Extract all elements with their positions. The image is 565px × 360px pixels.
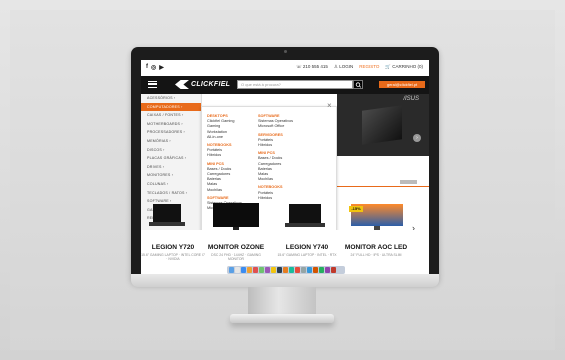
- sidebar-item[interactable]: DRIVES ›: [141, 163, 201, 172]
- sidebar-item[interactable]: MONITORES ›: [141, 171, 201, 180]
- discount-badge: -15%: [349, 206, 363, 212]
- monitor-chin: [131, 274, 439, 287]
- sidebar-item[interactable]: PLACAS GRÁFICAS ›: [141, 154, 201, 163]
- product-title[interactable]: LEGION Y740: [275, 244, 339, 251]
- dock-app-icon[interactable]: [247, 267, 252, 273]
- monitor-stand-neck: [248, 287, 316, 317]
- dock-app-icon[interactable]: [271, 267, 276, 273]
- phone-link[interactable]: ☏ 210 555 415: [296, 64, 328, 70]
- product-subtitle: 15.6" GAMING LAPTOP · INTEL CORE I7 · NV…: [141, 253, 205, 261]
- mega-menu-column-1: DESKTOPS Clickfiel Gaming Gaming Workstatio…: [207, 114, 242, 211]
- dock-app-icon[interactable]: [283, 267, 288, 273]
- sidebar-item[interactable]: MEMÓRIAS ›: [141, 137, 201, 146]
- section-divider: [337, 186, 429, 187]
- product-title[interactable]: MONITOR OZONE: [204, 244, 268, 251]
- product-title[interactable]: MONITOR AOC LED: [344, 244, 408, 251]
- website-screen: f ◎ ▶ ☏ 210 555 415 ♙ LOGIN REGISTO 🛒 CA…: [141, 60, 429, 274]
- login-link[interactable]: ♙ LOGIN: [334, 64, 353, 70]
- sidebar-item[interactable]: TECLADOS / RATOS ›: [141, 189, 201, 198]
- social-links: f ◎ ▶: [146, 64, 164, 71]
- dock-app-icon[interactable]: [295, 267, 300, 273]
- dock-app-icon[interactable]: [241, 267, 246, 273]
- mac-dock: [227, 266, 345, 274]
- instagram-icon[interactable]: ◎: [151, 64, 156, 71]
- dock-app-icon[interactable]: [253, 267, 258, 273]
- product-title[interactable]: LEGION Y720: [141, 244, 205, 251]
- sidebar-item[interactable]: MOTHERBOARDS ›: [141, 120, 201, 129]
- cart-link[interactable]: 🛒 CARRINHO (0): [385, 64, 423, 70]
- dock-app-icon[interactable]: [325, 267, 330, 273]
- product-subtitle: DSC 24 FHD · 144HZ · GAMING MONITOR: [211, 253, 261, 261]
- youtube-icon[interactable]: ▶: [159, 64, 164, 71]
- dock-app-icon[interactable]: [235, 267, 240, 273]
- monitor-stand-foot: [230, 314, 334, 323]
- mega-menu-column-2: SOFTWARE Sistemas Operativos Microsoft Off…: [258, 114, 293, 201]
- search-button[interactable]: [353, 80, 363, 89]
- dock-app-icon[interactable]: [229, 267, 234, 273]
- banner-brand: /ISUS: [403, 96, 419, 102]
- site-header: CLICKFIEL O que está à procura? geral@cl…: [141, 76, 429, 94]
- section-tag: [400, 180, 417, 184]
- product-image-laptop-2[interactable]: [283, 202, 327, 232]
- register-link[interactable]: REGISTO: [359, 64, 379, 70]
- sidebar-item[interactable]: COMPUTADORES ›: [141, 102, 201, 112]
- site-logo[interactable]: CLICKFIEL: [175, 80, 230, 89]
- menu-link[interactable]: Híbridos: [258, 196, 293, 201]
- promo-banner[interactable]: /ISUS: [337, 94, 429, 156]
- sidebar-item[interactable]: COLUNAS ›: [141, 180, 201, 189]
- search-icon: [355, 82, 362, 88]
- camera-dot: [284, 50, 287, 53]
- email-button[interactable]: geral@clickfiel.pt: [379, 81, 425, 88]
- motherboard-image: [362, 105, 402, 145]
- dock-app-icon[interactable]: [307, 267, 312, 273]
- product-image-monitor-1[interactable]: [211, 202, 261, 232]
- dock-app-icon[interactable]: [331, 267, 336, 273]
- top-bar: f ◎ ▶ ☏ 210 555 415 ♙ LOGIN REGISTO 🛒 CA…: [141, 60, 429, 76]
- sidebar-item[interactable]: ACESSÓRIOS ›: [141, 94, 201, 103]
- dock-app-icon[interactable]: [319, 267, 324, 273]
- search-input[interactable]: O que está à procura?: [237, 80, 353, 89]
- logo-text: CLICKFIEL: [191, 81, 231, 88]
- menu-icon[interactable]: [148, 81, 157, 88]
- logo-mark-icon: [175, 80, 189, 89]
- dock-app-icon[interactable]: [301, 267, 306, 273]
- dock-app-icon[interactable]: [277, 267, 282, 273]
- sidebar-item[interactable]: CAIXAS / FONTES ›: [141, 111, 201, 120]
- facebook-icon[interactable]: f: [146, 64, 148, 71]
- sidebar-item[interactable]: DISCOS ›: [141, 146, 201, 155]
- sidebar-item[interactable]: PROCESSADORES ›: [141, 128, 201, 137]
- dock-app-icon[interactable]: [313, 267, 318, 273]
- product-image-laptop-1[interactable]: [147, 202, 187, 232]
- dock-app-icon[interactable]: [259, 267, 264, 273]
- product-subtitle: 15.6" GAMING LAPTOP · INTEL · RTX: [277, 253, 337, 257]
- product-subtitle: 24" FULL HD · IPS · ULTRA SLIM: [350, 253, 402, 257]
- dock-app-icon[interactable]: [289, 267, 294, 273]
- dock-app-icon[interactable]: [265, 267, 270, 273]
- close-icon[interactable]: ×: [327, 102, 332, 110]
- top-links: ☏ 210 555 415 ♙ LOGIN REGISTO 🛒 CARRINHO…: [296, 64, 423, 70]
- banner-next-button[interactable]: ›: [413, 134, 421, 142]
